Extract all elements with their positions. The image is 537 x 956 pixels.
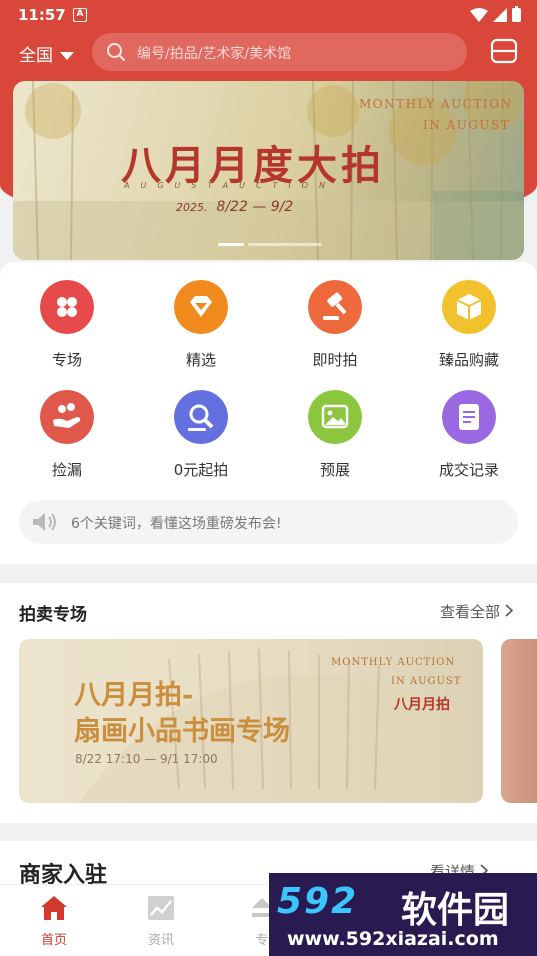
box-icon xyxy=(442,280,496,334)
status-time: 11:57 xyxy=(18,6,66,24)
picture-icon xyxy=(308,390,362,444)
card-dates: 8/22 17:10 — 9/1 17:00 xyxy=(75,752,218,766)
section-title: 拍卖专场 xyxy=(19,605,87,625)
search-icon xyxy=(107,43,126,62)
status-bar: 11:57 A xyxy=(0,0,537,30)
gavel-icon xyxy=(308,280,362,334)
auction-card[interactable]: MONTHLY AUCTION IN AUGUST 八月月拍 八月月拍- 扇画小… xyxy=(19,639,483,803)
auction-section: 拍卖专场 查看全部 MONTHLY AUCTION IN AUGUST 八月月拍… xyxy=(0,583,537,823)
notification-a-icon: A xyxy=(73,8,87,22)
category-label: 成交记录 xyxy=(438,461,499,479)
category-label: 即时拍 xyxy=(312,351,358,369)
banner-dates: 2025. 8/22 — 9/2 xyxy=(176,199,294,215)
card-tag: 八月月拍 xyxy=(394,697,450,713)
four-petal-icon xyxy=(40,280,94,334)
carousel-indicator xyxy=(218,243,322,246)
card-title-line1: 八月月拍- xyxy=(74,680,194,711)
tab-news[interactable]: 资讯 xyxy=(121,895,201,948)
speaker-icon xyxy=(33,513,56,531)
banner-month-label: IN AUGUST xyxy=(423,118,511,132)
chevron-right-icon xyxy=(505,604,513,617)
category-label: 预展 xyxy=(319,461,350,479)
category-label: 0元起拍 xyxy=(173,461,229,479)
document-icon xyxy=(442,390,496,444)
category-premium[interactable]: 臻品购藏 xyxy=(414,280,524,370)
category-label: 捡漏 xyxy=(51,461,82,479)
category-preview[interactable]: 预展 xyxy=(280,390,390,480)
banner-monthly-label: MONTHLY AUCTION xyxy=(359,97,513,111)
announcement-bar[interactable]: 6个关键词，看懂这场重磅发布会! xyxy=(19,500,518,544)
tab-home[interactable]: 首页 xyxy=(14,895,94,948)
home-icon xyxy=(41,896,67,920)
status-icons xyxy=(469,6,521,26)
card-month-label: IN AUGUST xyxy=(391,676,462,687)
view-all-link[interactable]: 查看全部 xyxy=(440,601,513,622)
category-bargain[interactable]: 捡漏 xyxy=(12,390,122,480)
battery-icon xyxy=(512,6,521,22)
tab-label: 资讯 xyxy=(147,933,174,948)
signal-icon xyxy=(492,8,507,22)
region-label: 全国 xyxy=(19,46,53,66)
scan-icon[interactable] xyxy=(490,37,518,65)
top-bar: 全国 编号/拍品/艺术家/美术馆 xyxy=(0,32,537,72)
category-label: 臻品购藏 xyxy=(438,351,499,369)
announcement-text: 6个关键词，看懂这场重磅发布会! xyxy=(71,516,282,532)
category-special[interactable]: 专场 xyxy=(12,280,122,370)
caret-down-icon xyxy=(60,52,75,60)
search-input[interactable]: 编号/拍品/艺术家/美术馆 xyxy=(92,33,467,71)
chart-icon xyxy=(148,896,174,920)
category-deal-records[interactable]: 成交记录 xyxy=(414,390,524,480)
watermark-logo: 592 软件园 www.592xiazai.com xyxy=(269,873,537,956)
wifi-icon xyxy=(469,8,488,22)
hand-coins-icon xyxy=(40,390,94,444)
search-placeholder: 编号/拍品/艺术家/美术馆 xyxy=(137,46,292,62)
category-label: 专场 xyxy=(51,351,82,369)
region-selector[interactable]: 全国 xyxy=(19,41,75,66)
auction-hammer-icon xyxy=(174,390,228,444)
next-auction-card[interactable] xyxy=(501,639,537,803)
category-zero-start[interactable]: 0元起拍 xyxy=(146,390,256,480)
card-title-line2: 扇画小品书画专场 xyxy=(74,716,290,747)
diamond-icon xyxy=(174,280,228,334)
tab-label: 首页 xyxy=(40,933,67,948)
category-card: 专场 精选 即时拍 臻品购藏 捡漏 0元起拍 预展 成交记录 6个关键词，看懂这… xyxy=(0,262,537,564)
banner-subtitle: AUGUSTAUCTION xyxy=(124,181,337,190)
category-instant[interactable]: 即时拍 xyxy=(280,280,390,370)
category-selected[interactable]: 精选 xyxy=(146,280,256,370)
category-label: 精选 xyxy=(185,351,216,369)
banner-carousel[interactable]: MONTHLY AUCTION IN AUGUST 八月月度大拍 AUGUSTA… xyxy=(13,81,524,260)
card-monthly-label: MONTHLY AUCTION xyxy=(331,657,456,668)
